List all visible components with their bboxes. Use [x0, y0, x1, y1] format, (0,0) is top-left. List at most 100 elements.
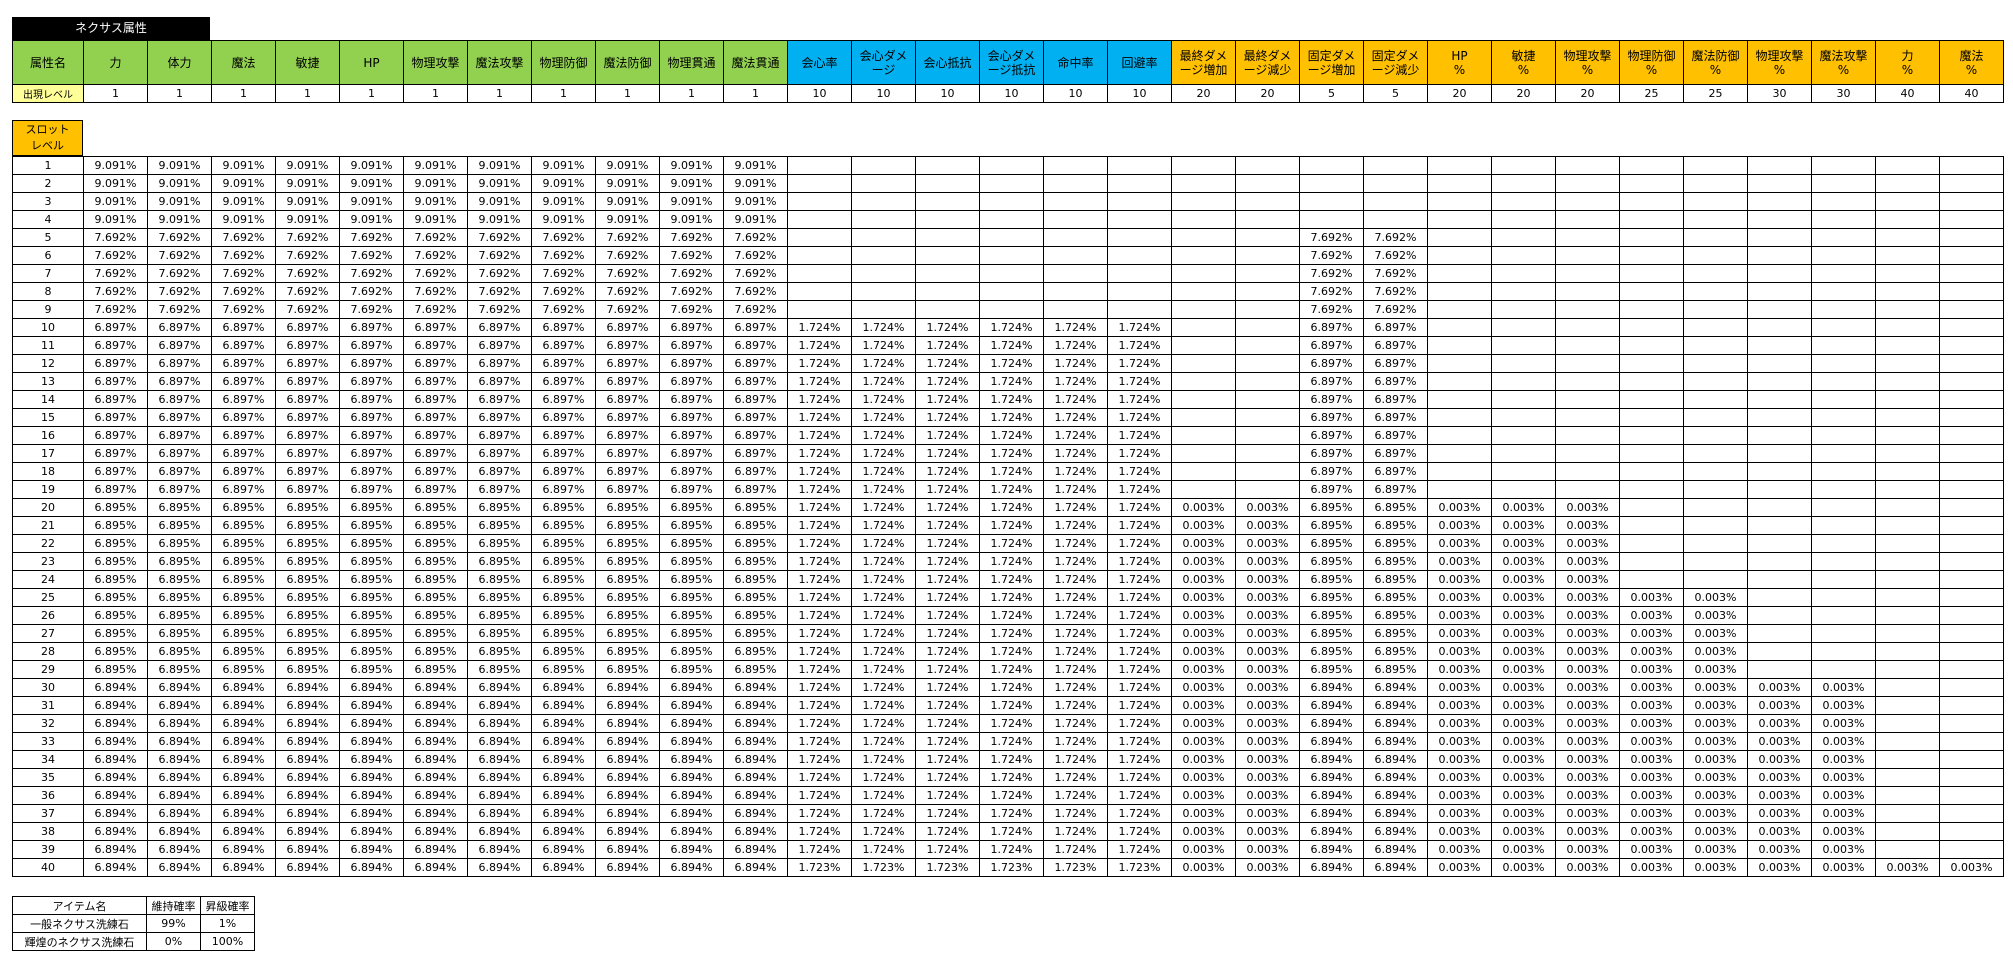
probability-cell: 6.897%: [659, 336, 724, 355]
probability-cell: 6.894%: [211, 678, 276, 697]
probability-cell: 0.003%: [1491, 714, 1556, 733]
probability-cell: 6.895%: [275, 516, 340, 535]
probability-cell: 6.895%: [723, 660, 788, 679]
probability-cell: [1747, 264, 1812, 283]
probability-cell: 7.692%: [467, 282, 532, 301]
probability-cell: 0.003%: [1619, 822, 1684, 841]
probability-cell: [1683, 480, 1748, 499]
probability-cell: 6.894%: [147, 804, 212, 823]
probability-cell: 9.091%: [659, 192, 724, 211]
probability-cell: [1747, 642, 1812, 661]
probability-cell: [1427, 426, 1492, 445]
probability-cell: 6.894%: [595, 804, 660, 823]
probability-cell: 1.724%: [851, 372, 916, 391]
probability-cell: [1555, 444, 1620, 463]
probability-cell: 6.895%: [275, 534, 340, 553]
probability-cell: 6.894%: [1299, 714, 1364, 733]
appearance-level-cell: 10: [851, 84, 916, 103]
slot-level-cell: 9: [12, 300, 84, 319]
probability-cell: 6.895%: [147, 534, 212, 553]
probability-cell: 6.894%: [659, 840, 724, 859]
probability-cell: [1555, 192, 1620, 211]
probability-cell: [1427, 174, 1492, 193]
probability-cell: [1939, 624, 2004, 643]
probability-cell: 1.724%: [1107, 642, 1172, 661]
probability-cell: 6.894%: [403, 768, 468, 787]
attribute-name-line: %: [1965, 62, 1978, 77]
probability-cell: 6.895%: [339, 660, 404, 679]
probability-cell: 6.897%: [211, 462, 276, 481]
probability-cell: 0.003%: [1555, 786, 1620, 805]
probability-cell: [1875, 516, 1940, 535]
probability-cell: 1.724%: [915, 588, 980, 607]
probability-cell: 1.724%: [1107, 498, 1172, 517]
attribute-name-line: ージ減少: [1243, 62, 1292, 77]
probability-cell: 6.897%: [147, 336, 212, 355]
probability-cell: [1299, 210, 1364, 229]
probability-cell: 6.894%: [211, 714, 276, 733]
probability-cell: [1619, 228, 1684, 247]
probability-cell: [1427, 192, 1492, 211]
probability-cell: 7.692%: [659, 246, 724, 265]
probability-cell: 6.894%: [723, 678, 788, 697]
probability-cell: 0.003%: [1491, 606, 1556, 625]
probability-cell: 6.894%: [723, 696, 788, 715]
probability-cell: [1747, 426, 1812, 445]
probability-cell: 9.091%: [659, 210, 724, 229]
probability-cell: 6.894%: [275, 840, 340, 859]
probability-cell: [1939, 372, 2004, 391]
probability-cell: 6.894%: [403, 858, 468, 877]
probability-cell: 0.003%: [1235, 678, 1300, 697]
probability-cell: 9.091%: [531, 174, 596, 193]
probability-cell: [1491, 282, 1556, 301]
probability-cell: 0.003%: [1555, 768, 1620, 787]
probability-cell: [1811, 516, 1876, 535]
probability-cell: 6.895%: [723, 552, 788, 571]
probability-cell: [1683, 426, 1748, 445]
probability-cell: 1.724%: [1043, 390, 1108, 409]
probability-cell: [1107, 210, 1172, 229]
probability-cell: 6.897%: [723, 390, 788, 409]
probability-cell: [1747, 390, 1812, 409]
probability-cell: 6.895%: [403, 642, 468, 661]
probability-cell: 1.724%: [915, 642, 980, 661]
probability-cell: [1619, 372, 1684, 391]
probability-cell: [1299, 192, 1364, 211]
probability-cell: [1875, 498, 1940, 517]
slot-level-cell: 19: [12, 480, 84, 499]
probability-cell: 0.003%: [1491, 696, 1556, 715]
probability-row: 13 6.897% 6.897% 6.897% 6.897% 6.897% 6.897% 6.…: [12, 372, 2004, 391]
probability-row: 32 6.894% 6.894% 6.894% 6.894% 6.894% 6.894% 6.…: [12, 714, 2004, 733]
probability-cell: 0.003%: [1683, 840, 1748, 859]
probability-cell: 1.724%: [1043, 714, 1108, 733]
probability-cell: 6.895%: [147, 660, 212, 679]
probability-cell: 6.894%: [147, 714, 212, 733]
probability-cell: 6.894%: [659, 786, 724, 805]
probability-cell: [1747, 408, 1812, 427]
probability-cell: 6.894%: [659, 732, 724, 751]
probability-cell: 0.003%: [1491, 750, 1556, 769]
probability-cell: [787, 264, 852, 283]
probability-cell: 6.897%: [147, 408, 212, 427]
probability-cell: [1683, 570, 1748, 589]
probability-cell: 1.724%: [1043, 678, 1108, 697]
probability-cell: 6.895%: [275, 606, 340, 625]
probability-cell: 6.897%: [211, 408, 276, 427]
probability-cell: 6.897%: [211, 354, 276, 373]
probability-cell: 0.003%: [1235, 840, 1300, 859]
probability-cell: 0.003%: [1619, 804, 1684, 823]
probability-cell: [1747, 624, 1812, 643]
probability-cell: 1.724%: [915, 570, 980, 589]
probability-cell: 6.897%: [211, 426, 276, 445]
probability-cell: 1.724%: [1043, 786, 1108, 805]
probability-cell: [1491, 354, 1556, 373]
probability-cell: [1939, 462, 2004, 481]
attribute-name-line: 回避率: [1121, 55, 1158, 70]
appearance-level-cell: 20: [1171, 84, 1236, 103]
attribute-name-line: 固定ダメ: [1371, 48, 1420, 63]
probability-cell: [1811, 498, 1876, 517]
probability-cell: [851, 282, 916, 301]
probability-cell: [1107, 300, 1172, 319]
probability-cell: 6.894%: [723, 786, 788, 805]
attribute-name-line: HP: [1451, 48, 1468, 63]
